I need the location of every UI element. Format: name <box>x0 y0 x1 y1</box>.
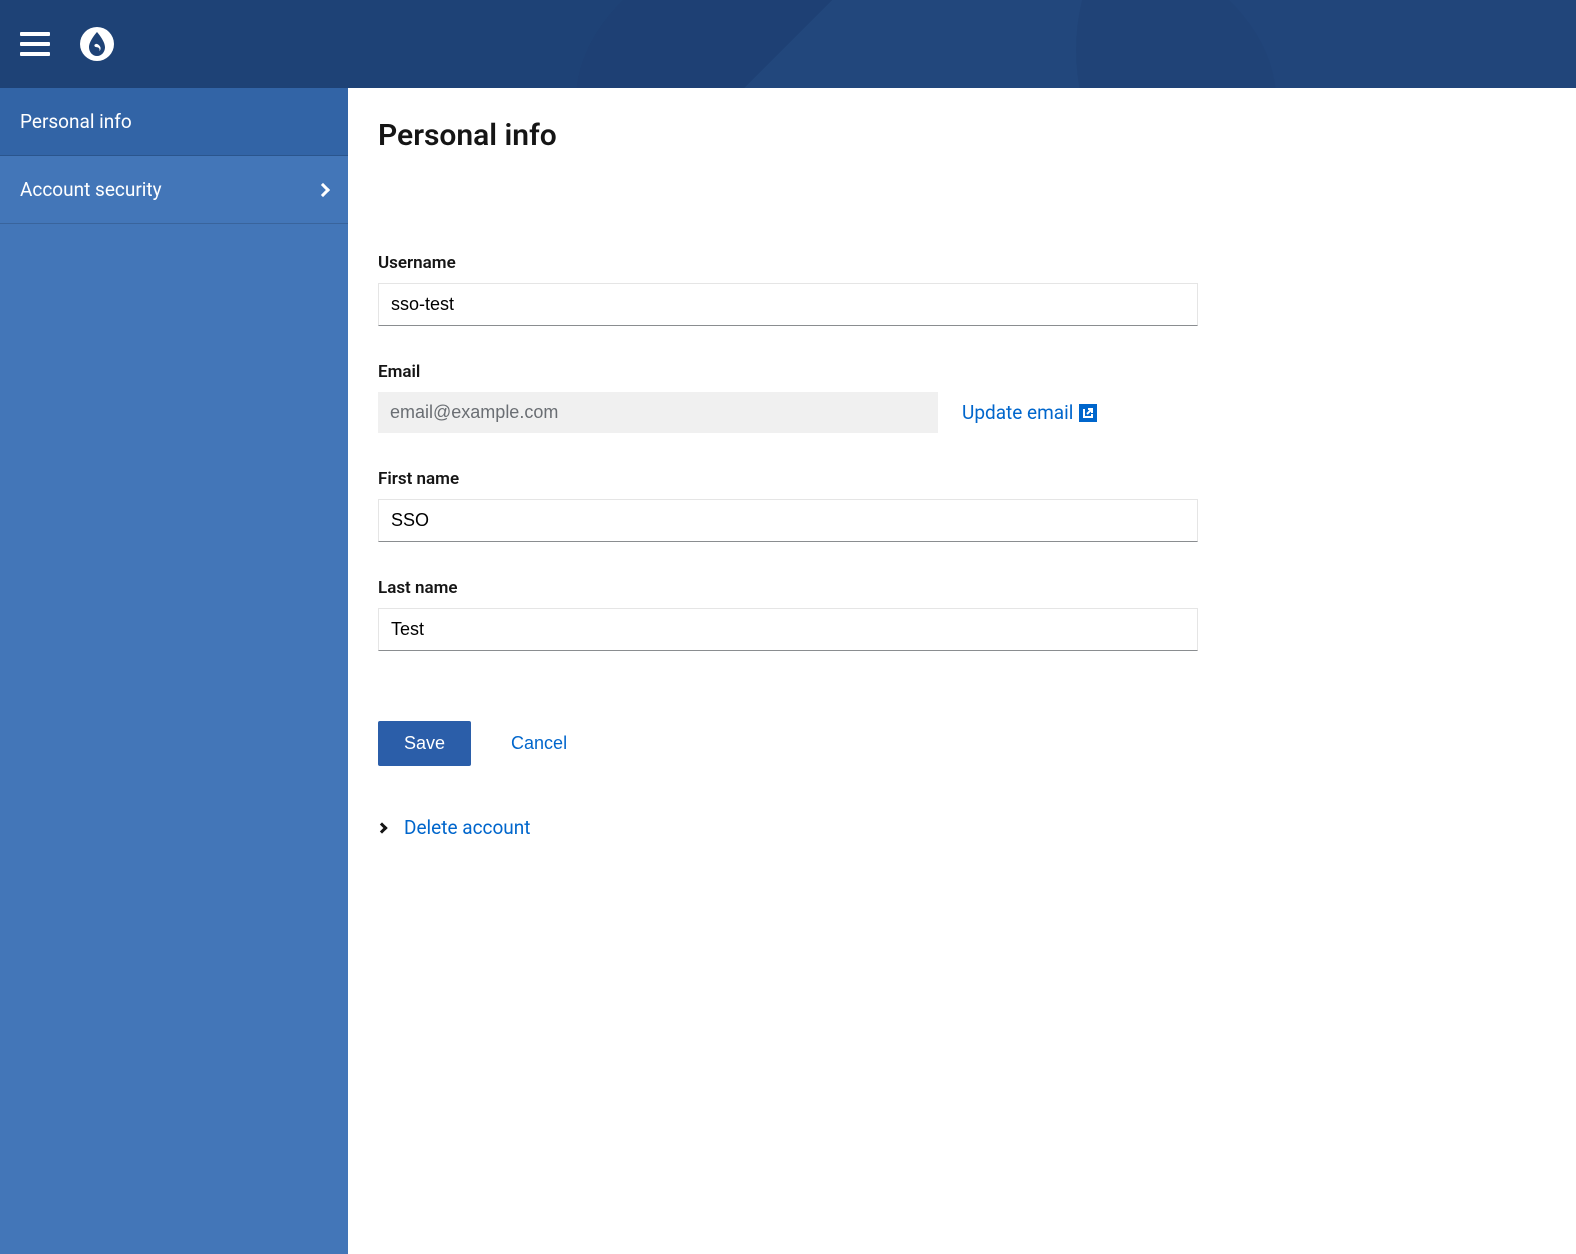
external-link-icon <box>1079 404 1097 422</box>
menu-toggle-button[interactable] <box>20 32 50 56</box>
sidebar-item-label: Personal info <box>20 110 132 133</box>
page-title: Personal info <box>378 118 1198 153</box>
username-label: Username <box>378 253 1198 273</box>
main-content: Personal info Username Email Update emai… <box>348 88 1228 1254</box>
first-name-input[interactable] <box>378 499 1198 542</box>
chevron-right-icon <box>376 822 387 833</box>
app-logo[interactable] <box>80 27 114 61</box>
sidebar-item-label: Account security <box>20 178 162 201</box>
first-name-label: First name <box>378 469 1198 489</box>
delete-account-row[interactable]: Delete account <box>378 816 1198 839</box>
first-name-group: First name <box>378 469 1198 542</box>
last-name-label: Last name <box>378 578 1198 598</box>
email-input <box>378 392 938 433</box>
app-header <box>0 0 1576 88</box>
keycloak-drop-icon <box>87 32 107 56</box>
save-button[interactable]: Save <box>378 721 471 766</box>
last-name-group: Last name <box>378 578 1198 651</box>
chevron-right-icon <box>316 182 330 196</box>
sidebar-item-personal-info[interactable]: Personal info <box>0 88 348 156</box>
update-email-label: Update email <box>962 401 1073 424</box>
delete-account-link: Delete account <box>404 816 531 839</box>
username-input[interactable] <box>378 283 1198 326</box>
username-group: Username <box>378 253 1198 326</box>
update-email-link[interactable]: Update email <box>962 401 1097 424</box>
form-actions: Save Cancel <box>378 721 1198 766</box>
sidebar-item-account-security[interactable]: Account security <box>0 156 348 224</box>
sidebar-nav: Personal info Account security <box>0 88 348 1254</box>
email-group: Email Update email <box>378 362 1198 433</box>
email-label: Email <box>378 362 1198 382</box>
cancel-button[interactable]: Cancel <box>511 733 567 754</box>
last-name-input[interactable] <box>378 608 1198 651</box>
